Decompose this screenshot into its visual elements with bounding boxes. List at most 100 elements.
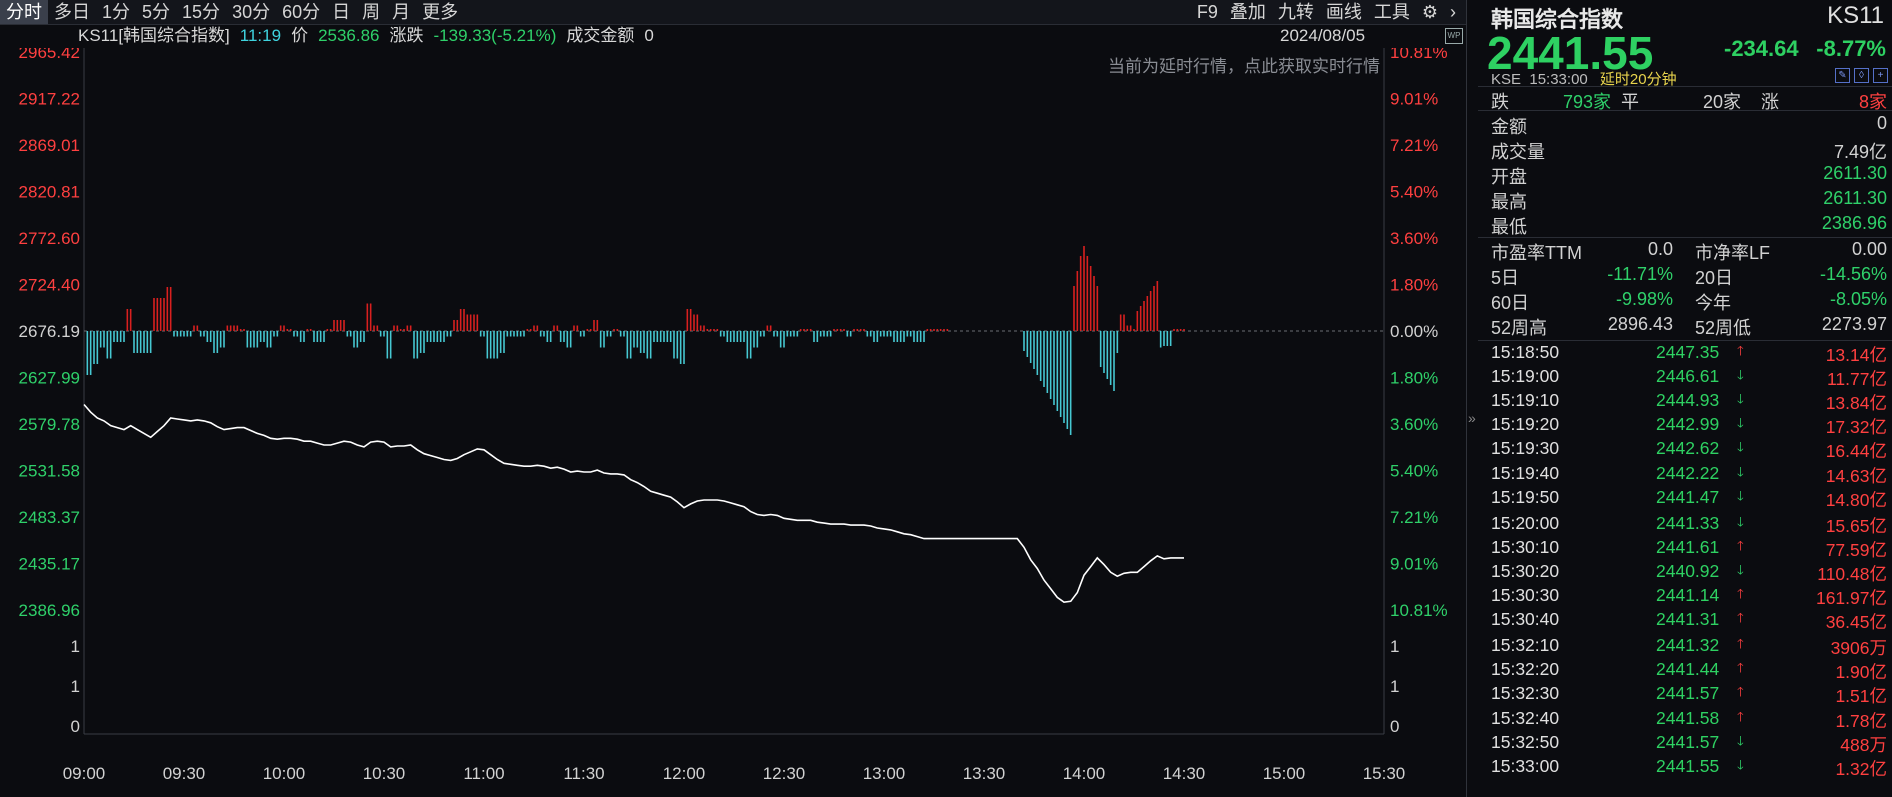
tick-price: 2446.61: [1656, 366, 1720, 387]
intraday-chart-svg[interactable]: 2965.42 10.81% 2917.22 9.01% 2869.01 7.21% 282…: [0, 48, 1466, 797]
tick-time: 15:32:40: [1491, 707, 1560, 728]
period-toolbar: 分时 多日 1分 5分 15分 30分 60分日周月更多 F9 叠加 九转 画线 工具 ⚙ ›: [0, 0, 1466, 25]
arrow-down-icon: 🡓: [1737, 367, 1744, 383]
info-time: 11:19: [239, 26, 282, 45]
stat-row: 开盘 2611.30: [1491, 163, 1887, 188]
tick-volume: 16.44亿: [1825, 441, 1887, 462]
stat-row: 最低 2386.96: [1491, 213, 1887, 238]
time-tick-label: 12:30: [763, 764, 806, 783]
bell-icon[interactable]: ◊: [1854, 68, 1869, 83]
pct-tick-label: 0.00%: [1390, 322, 1438, 341]
tick-volume: 11.77亿: [1827, 369, 1887, 390]
tick-time: 15:30:10: [1491, 536, 1560, 557]
chevron-right-icon[interactable]: ›: [1444, 0, 1462, 24]
period-tab-3[interactable]: 5分: [136, 0, 176, 24]
time-tick-label: 11:30: [563, 764, 604, 783]
tick-time: 15:32:20: [1491, 659, 1560, 680]
price-tick-label: 2531.58: [19, 462, 80, 481]
period-tab-6[interactable]: 60分: [276, 0, 326, 24]
price-tick-label: 2386.96: [19, 601, 80, 620]
toolbar-action-0[interactable]: F9: [1191, 0, 1224, 24]
tick-row[interactable]: 15:19:40 2442.22 🡓 14.63亿: [1491, 463, 1887, 487]
toolbar-action-3[interactable]: 画线: [1320, 0, 1368, 24]
tick-volume: 13.84亿: [1825, 393, 1887, 414]
time-tick-label: 14:00: [1063, 764, 1106, 783]
ratio-label: 60日: [1491, 293, 1530, 313]
period-tab-4[interactable]: 15分: [176, 0, 226, 24]
tick-row[interactable]: 15:19:30 2442.62 🡓 16.44亿: [1491, 438, 1887, 462]
price-change: -234.64: [1724, 36, 1799, 61]
time-tick-label: 10:00: [263, 764, 306, 783]
time-tick-label: 15:00: [1263, 764, 1306, 783]
tick-row[interactable]: 15:19:20 2442.99 🡓 17.32亿: [1491, 414, 1887, 438]
tick-row[interactable]: 15:30:30 2441.14 🡑 161.97亿: [1491, 585, 1887, 609]
tick-row[interactable]: 15:32:30 2441.57 🡑 1.51亿: [1491, 683, 1887, 707]
tick-row[interactable]: 15:30:10 2441.61 🡑 77.59亿: [1491, 537, 1887, 561]
tick-volume: 1.78亿: [1835, 710, 1887, 731]
period-tab-5[interactable]: 30分: [226, 0, 276, 24]
tick-row[interactable]: 15:19:50 2441.47 🡓 14.80亿: [1491, 487, 1887, 511]
toolbar-action-1[interactable]: 叠加: [1224, 0, 1272, 24]
price-line: [83, 403, 1184, 604]
stat-value: 2386.96: [1821, 213, 1887, 233]
toolbar-action-4[interactable]: 工具: [1368, 0, 1416, 24]
add-icon[interactable]: +: [1873, 68, 1888, 83]
tick-time: 15:30:30: [1491, 585, 1560, 605]
ratio-label: 52周高: [1491, 318, 1548, 338]
period-tab-9[interactable]: 月: [386, 0, 416, 24]
tick-row[interactable]: 15:19:00 2446.61 🡓 11.77亿: [1491, 366, 1887, 390]
volume-tick-label: 1: [71, 637, 80, 656]
period-tab-2[interactable]: 1分: [96, 0, 136, 24]
ratio-value: -9.98%: [1615, 289, 1673, 309]
period-tab-8[interactable]: 周: [356, 0, 386, 24]
ratio-label: 52周低: [1695, 318, 1752, 338]
tick-time: 15:33:00: [1491, 755, 1560, 776]
time-tick-label: 10:30: [363, 764, 406, 783]
tick-row[interactable]: 15:19:10 2444.93 🡓 13.84亿: [1491, 390, 1887, 414]
arrow-up-icon: 🡑: [1737, 586, 1744, 601]
gear-icon[interactable]: ⚙: [1416, 0, 1444, 24]
tick-price: 2440.92: [1656, 560, 1720, 581]
pct-tick-label: 5.40%: [1390, 183, 1438, 202]
pct-tick-label: 1.80%: [1390, 276, 1438, 295]
ratio-value: 0.0: [1647, 239, 1673, 259]
pct-tick-label: 7.21%: [1390, 136, 1438, 155]
stat-row: 金额 0: [1491, 113, 1887, 138]
collapse-panel-icon[interactable]: »: [1468, 410, 1476, 432]
intraday-chart[interactable]: 2965.42 10.81% 2917.22 9.01% 2869.01 7.21% 282…: [0, 48, 1466, 783]
info-amount-label: 成交金额: [566, 26, 635, 45]
period-tab-10[interactable]: 更多: [416, 0, 464, 24]
tick-row[interactable]: 15:33:00 2441.55 🡓 1.32亿: [1491, 756, 1887, 780]
tick-row[interactable]: 15:30:20 2440.92 🡓 110.48亿: [1491, 561, 1887, 585]
tick-volume: 14.63亿: [1825, 465, 1887, 486]
tick-time: 15:30:40: [1491, 609, 1560, 630]
tick-volume: 1.51亿: [1835, 686, 1887, 707]
tick-price: 2441.31: [1656, 609, 1720, 630]
tick-volume: 161.97亿: [1815, 588, 1887, 608]
tick-row[interactable]: 15:32:50 2441.57 🡓 488万: [1491, 732, 1887, 756]
tick-row[interactable]: 15:20:00 2441.33 🡓 15.65亿: [1491, 513, 1887, 537]
tick-price: 2442.99: [1656, 414, 1720, 435]
time-tick-label: 09:30: [163, 764, 206, 783]
tick-row[interactable]: 15:32:10 2441.32 🡑 3906万: [1491, 635, 1887, 659]
period-tab-1[interactable]: 多日: [48, 0, 96, 24]
stat-row: 成交量 7.49亿: [1491, 138, 1887, 163]
tick-row[interactable]: 15:18:50 2447.35 🡑 13.14亿: [1491, 342, 1887, 366]
tick-volume: 15.65亿: [1825, 515, 1887, 536]
period-tab-0[interactable]: 分时: [0, 0, 48, 24]
tick-price: 2441.61: [1656, 536, 1720, 557]
arrow-down-icon: 🡓: [1737, 513, 1744, 529]
tick-row[interactable]: 15:30:40 2441.31 🡑 36.45亿: [1491, 609, 1887, 633]
edit-icon[interactable]: ✎: [1835, 68, 1850, 83]
period-tab-7[interactable]: 日: [326, 0, 356, 24]
arrow-down-icon: 🡓: [1737, 732, 1744, 748]
tick-row[interactable]: 15:32:40 2441.58 🡑 1.78亿: [1491, 708, 1887, 732]
panel-mini-tools: ✎ ◊ +: [1835, 68, 1888, 83]
toolbar-action-2[interactable]: 九转: [1272, 0, 1320, 24]
tick-time: 15:32:30: [1491, 683, 1560, 704]
tick-row[interactable]: 15:32:20 2441.44 🡑 1.90亿: [1491, 659, 1887, 683]
ratio-value: 0.00: [1851, 239, 1887, 259]
watermark-icon[interactable]: WP: [1445, 28, 1463, 44]
tick-price: 2441.32: [1656, 635, 1720, 656]
tick-time: 15:19:30: [1491, 438, 1560, 459]
